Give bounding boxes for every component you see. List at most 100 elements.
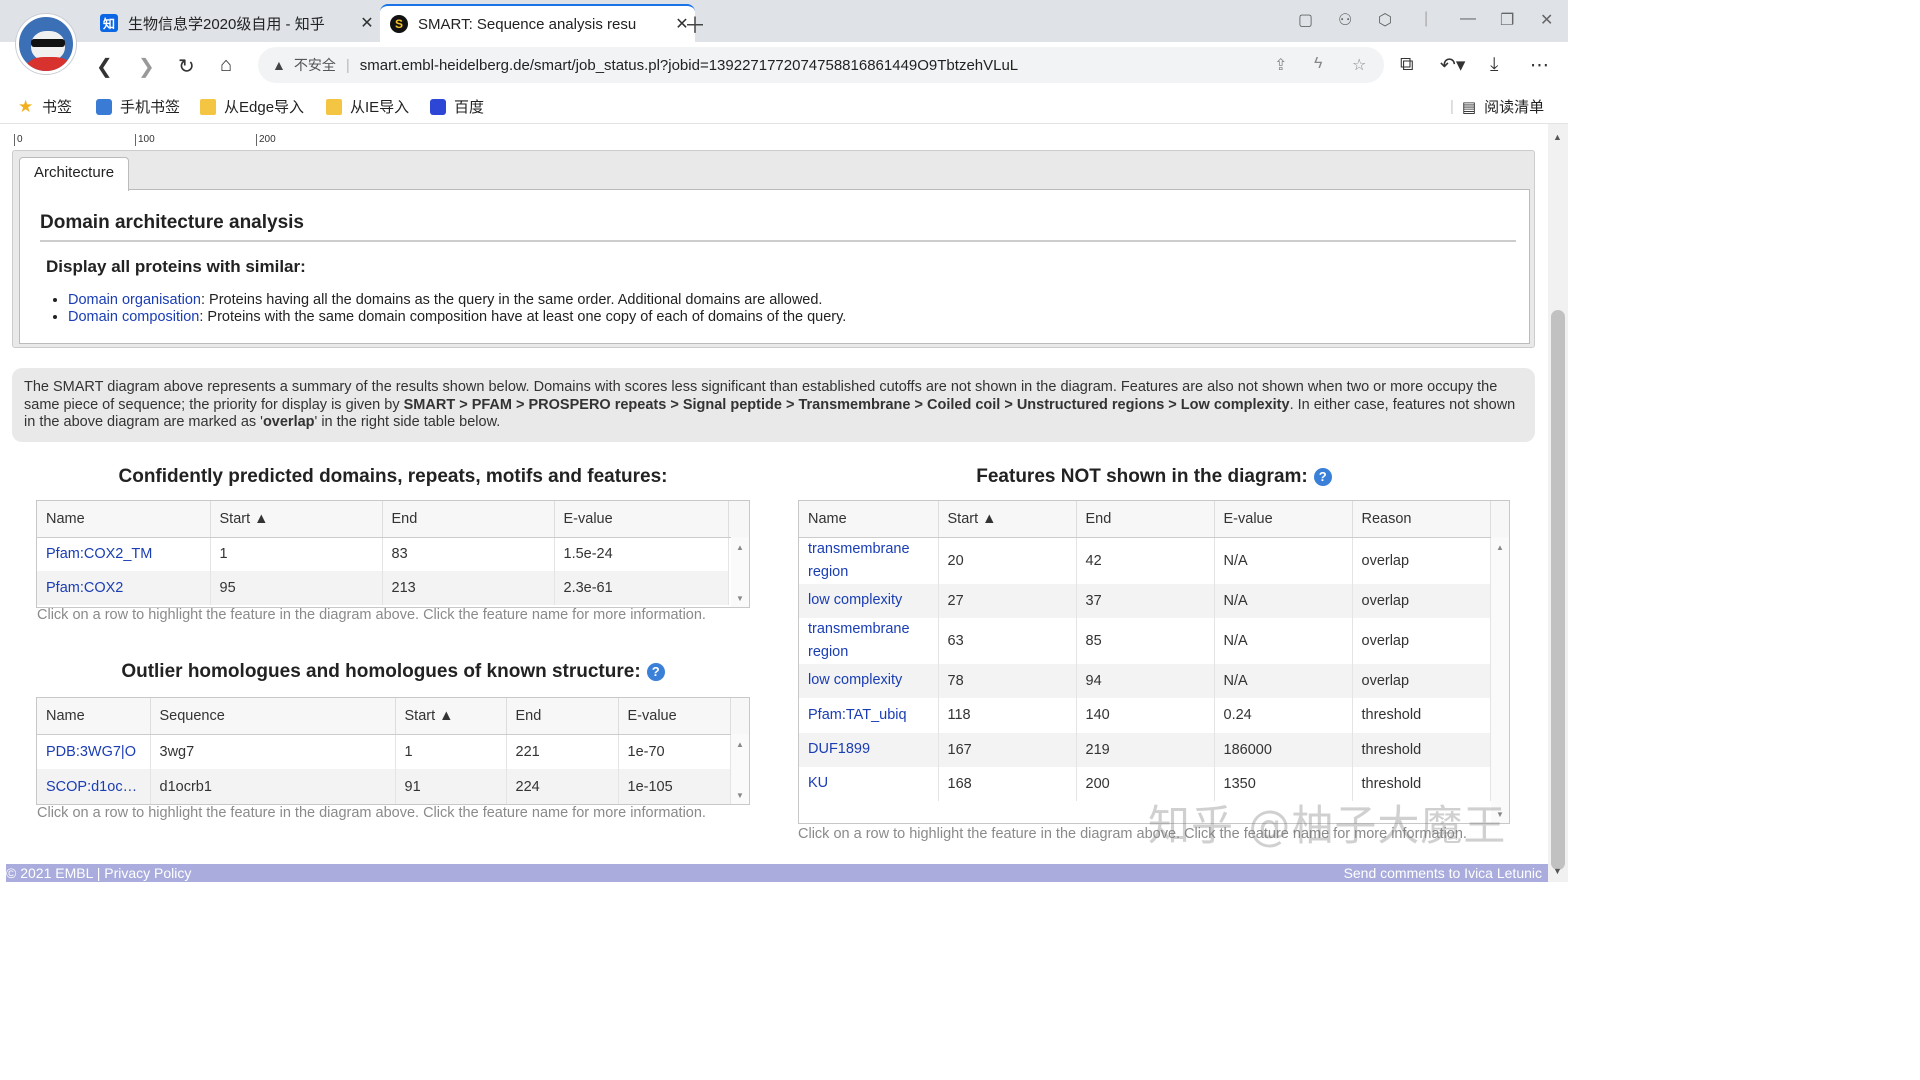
forward-icon[interactable]: ❯: [138, 54, 155, 79]
table-row[interactable]: Pfam:COX2 95 213 2.3e-61: [37, 571, 749, 605]
privacy-policy-link[interactable]: Privacy Policy: [104, 865, 191, 881]
back-icon[interactable]: ❮: [96, 54, 113, 79]
table-row[interactable]: Pfam:COX2_TM 1 83 1.5e-24: [37, 537, 749, 571]
warning-icon[interactable]: ▲: [272, 57, 286, 73]
bookmark-item[interactable]: 从IE导入: [326, 96, 409, 117]
cell-end: 94: [1076, 663, 1215, 698]
cell-start: 1: [210, 537, 383, 571]
cell-evalue: 1e-105: [618, 769, 731, 804]
feature-link[interactable]: Pfam:COX2_TM: [46, 546, 152, 562]
cell-end: 140: [1076, 697, 1215, 733]
table-row[interactable]: Pfam:TAT_ubiq 118 140 0.24 threshold: [799, 697, 1509, 733]
column-header[interactable]: Name: [37, 698, 151, 735]
download-icon[interactable]: ⤓: [1490, 54, 1498, 76]
scroll-up-icon[interactable]: ▲: [1553, 132, 1562, 142]
reading-list[interactable]: | ▤ 阅读清单: [1450, 96, 1544, 117]
folder-icon: [200, 98, 216, 115]
homologue-link[interactable]: PDB:3WG7|O: [46, 744, 136, 760]
feature-link[interactable]: transmembrane region: [808, 541, 910, 580]
column-header[interactable]: E-value: [554, 501, 729, 538]
extensions-shield-icon[interactable]: ⬡: [1378, 10, 1392, 30]
cell-evalue: N/A: [1214, 617, 1353, 664]
table-row[interactable]: low complexity 27 37 N/A overlap: [799, 583, 1509, 618]
bookmark-item[interactable]: ★ 书签: [18, 96, 72, 117]
watermark: 知乎 @柚子大魔王: [1148, 801, 1507, 850]
column-header[interactable]: Reason: [1352, 501, 1491, 538]
help-icon[interactable]: ?: [1313, 467, 1332, 486]
table-row[interactable]: PDB:3WG7|O 3wg7 1 221 1e-70: [37, 734, 749, 769]
feature-link[interactable]: low complexity: [808, 672, 902, 688]
table-row[interactable]: DUF1899 167 219 186000 threshold: [799, 732, 1509, 767]
column-header[interactable]: Start ▲: [395, 698, 507, 735]
column-header[interactable]: E-value: [618, 698, 731, 735]
new-tab-icon[interactable]: ＋: [684, 8, 706, 40]
feature-link[interactable]: KU: [808, 775, 828, 791]
send-comments-link[interactable]: Send comments to Ivica Letunic: [1344, 864, 1542, 882]
table-scrollbar[interactable]: ▲ ▼: [731, 537, 749, 607]
column-header[interactable]: Sequence: [150, 698, 396, 735]
close-window-icon[interactable]: ✕: [1540, 10, 1553, 30]
scrollbar-thumb[interactable]: [1551, 310, 1565, 870]
tab-actions-icon[interactable]: ▢: [1298, 10, 1313, 30]
extensions-icon[interactable]: ⧉: [1400, 54, 1414, 76]
section-subtitle: Display all proteins with similar:: [46, 257, 306, 276]
homologue-link[interactable]: SCOP:d1oc…: [46, 779, 137, 795]
table-row[interactable]: low complexity 78 94 N/A overlap: [799, 663, 1509, 698]
undo-icon[interactable]: ↶▾: [1440, 54, 1465, 77]
outlier-title: Outlier homologues and homologues of kno…: [36, 661, 750, 683]
domain-organisation-link[interactable]: Domain organisation: [68, 292, 201, 308]
home-icon[interactable]: ⌂: [220, 54, 232, 77]
feature-link[interactable]: low complexity: [808, 592, 902, 608]
scroll-down-icon[interactable]: ▼: [1553, 866, 1562, 876]
feature-link[interactable]: Pfam:COX2: [46, 580, 123, 596]
column-header[interactable]: Start ▲: [210, 501, 383, 538]
cell-start: 167: [938, 732, 1077, 767]
feature-link[interactable]: Pfam:TAT_ubiq: [808, 707, 907, 723]
table-scrollbar[interactable]: ▲ ▼: [731, 734, 749, 804]
table-row[interactable]: transmembrane region 20 42 N/A overlap: [799, 537, 1509, 584]
tab-architecture[interactable]: Architecture: [19, 157, 130, 191]
help-icon[interactable]: ?: [646, 662, 665, 681]
security-label[interactable]: 不安全: [294, 55, 336, 75]
feature-link[interactable]: DUF1899: [808, 741, 870, 757]
games-icon[interactable]: ⚇: [1338, 10, 1352, 30]
cell-end: 213: [382, 571, 555, 605]
column-header[interactable]: Start ▲: [938, 501, 1077, 538]
url-text[interactable]: smart.embl-heidelberg.de/smart/job_statu…: [360, 57, 1018, 74]
address-bar[interactable]: ▲ 不安全 | smart.embl-heidelberg.de/smart/j…: [258, 47, 1384, 83]
cell-reason: overlap: [1352, 583, 1491, 618]
cell-evalue: 1e-70: [618, 734, 731, 769]
footer-left: © 2021 EMBL | Privacy Policy: [6, 864, 191, 882]
close-tab-icon[interactable]: ✕: [354, 13, 380, 33]
cell-evalue: 0.24: [1214, 697, 1353, 733]
reload-icon[interactable]: ↻: [178, 54, 195, 79]
domain-composition-link[interactable]: Domain composition: [68, 309, 199, 325]
bookmark-item[interactable]: 百度: [430, 96, 484, 117]
column-header[interactable]: Name: [799, 501, 939, 538]
column-header[interactable]: Name: [37, 501, 211, 538]
minimize-icon[interactable]: —: [1460, 10, 1476, 28]
maximize-icon[interactable]: ❐: [1500, 10, 1514, 30]
more-menu-icon[interactable]: ⋯: [1530, 54, 1549, 77]
table-row[interactable]: transmembrane region 63 85 N/A overlap: [799, 617, 1509, 664]
share-icon[interactable]: ⇪: [1274, 55, 1287, 75]
feature-link[interactable]: transmembrane region: [808, 621, 910, 660]
avatar-shades: [31, 39, 65, 47]
flash-icon[interactable]: ϟ: [1314, 55, 1322, 73]
profile-avatar[interactable]: [16, 14, 76, 74]
star-icon: ★: [18, 96, 34, 116]
table-row[interactable]: SCOP:d1oc… d1ocrb1 91 224 1e-105: [37, 769, 749, 804]
page-scrollbar[interactable]: ▲ ▼: [1548, 124, 1568, 882]
bookmark-item[interactable]: 手机书签: [96, 96, 180, 117]
column-header[interactable]: End: [506, 698, 619, 735]
tab-zhihu[interactable]: 知 生物信息学2020级自用 - 知乎 ✕: [90, 4, 380, 42]
favorite-star-icon[interactable]: ☆: [1352, 55, 1366, 75]
column-header[interactable]: End: [382, 501, 555, 538]
column-header[interactable]: End: [1076, 501, 1215, 538]
bookmark-item[interactable]: 从Edge导入: [200, 96, 304, 117]
page-content: 0 100 200 Architecture Domain architectu…: [0, 124, 1548, 882]
table-scrollbar[interactable]: ▲ ▼: [1491, 537, 1509, 823]
tab-smart[interactable]: S SMART: Sequence analysis resu ✕: [380, 4, 695, 42]
cell-start: 91: [395, 769, 507, 804]
column-header[interactable]: E-value: [1214, 501, 1353, 538]
